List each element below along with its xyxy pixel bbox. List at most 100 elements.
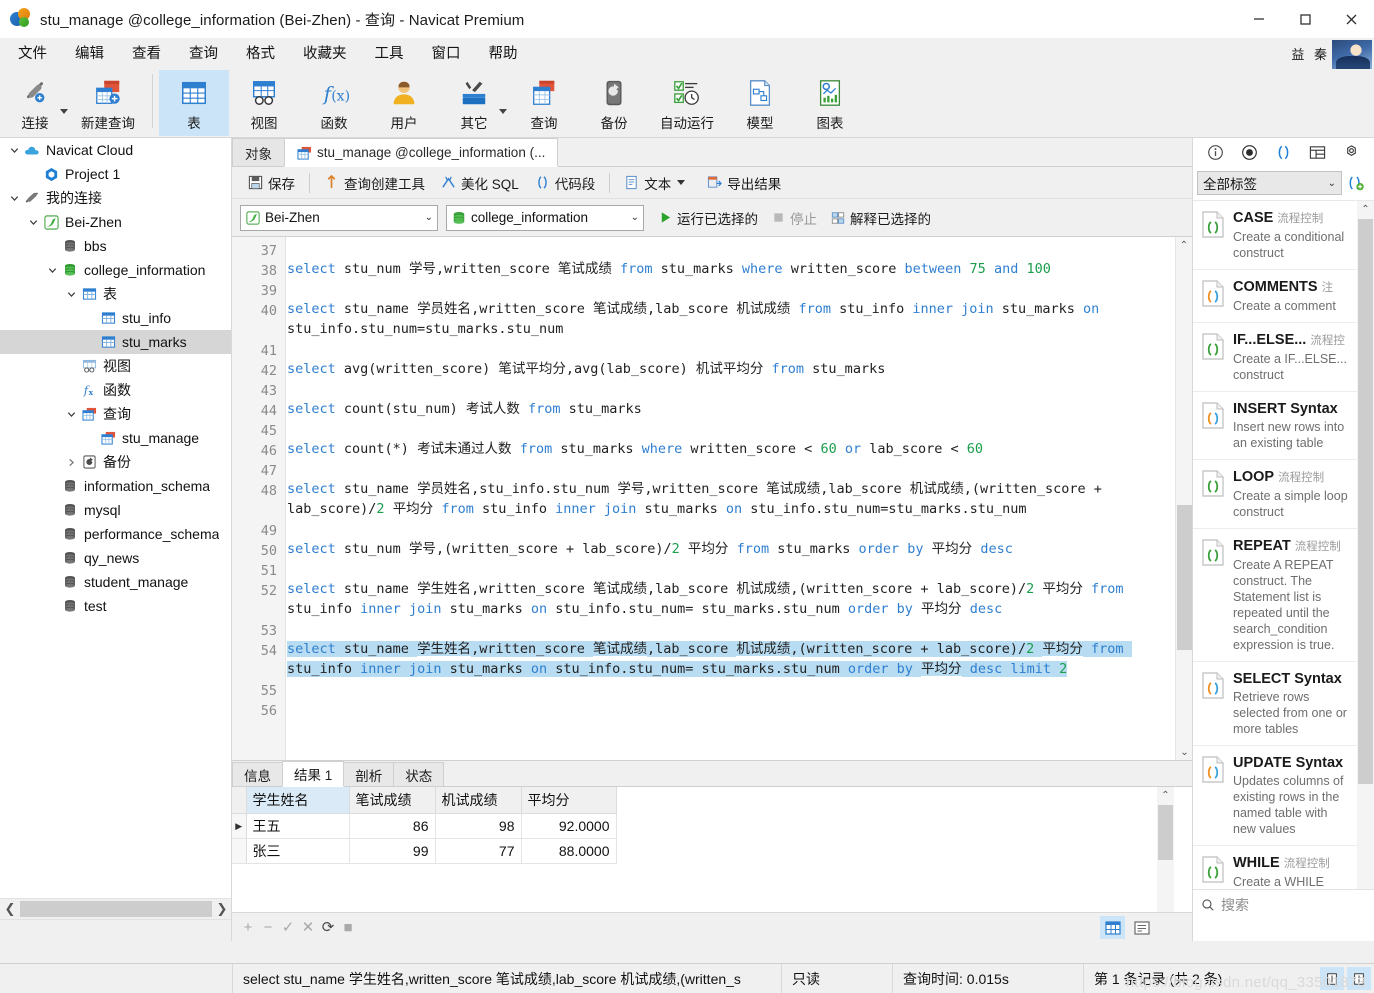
snippet-icon[interactable] (1271, 140, 1295, 164)
chevron-down-icon[interactable]: ⌄ (1328, 178, 1336, 189)
query-builder-button[interactable]: 查询创建工具 (316, 171, 433, 195)
code-line[interactable] (287, 619, 1162, 639)
sidebar-horizontal-scrollbar[interactable]: ❮ ❯ (0, 898, 231, 920)
table-cell[interactable]: 92.0000 (521, 813, 617, 839)
database-select[interactable]: college_information ⌄ (446, 204, 644, 231)
toolbar-backup[interactable]: 备份 (579, 70, 649, 136)
toolbar-function[interactable]: f (x) 函数 (299, 70, 369, 136)
snippet-item[interactable]: CASE 流程控制 Create a conditional construct (1193, 201, 1358, 270)
menu-编辑[interactable]: 编辑 (61, 41, 118, 67)
menu-查询[interactable]: 查询 (175, 41, 232, 67)
chevron-down-icon[interactable] (44, 258, 60, 282)
sidebar-item-[interactable]: 我的连接 (0, 186, 231, 210)
stop-icon[interactable]: ■ (338, 916, 358, 938)
sidebar-item-performance_schema[interactable]: performance_schema (0, 522, 231, 546)
code-line[interactable]: select stu_name 学生姓名,written_score 笔试成绩,… (287, 639, 1162, 679)
minimize-icon[interactable] (1236, 0, 1282, 38)
toolbar-query[interactable]: 查询 (509, 70, 579, 136)
menu-工具[interactable]: 工具 (361, 41, 418, 67)
code-line[interactable] (287, 519, 1162, 539)
toolbar-table[interactable]: 表 (159, 70, 229, 136)
snippet-item[interactable]: INSERT Syntax Insert new rows into an exi… (1193, 392, 1358, 460)
scroll-up-icon[interactable]: ⌃ (1176, 237, 1192, 254)
chevron-down-icon[interactable] (6, 186, 22, 210)
toolbar-connection[interactable]: 连接 (0, 70, 70, 136)
sidebar-item-bbs[interactable]: bbs (0, 234, 231, 258)
result-tab-结果1[interactable]: 结果 1 (282, 761, 345, 787)
add-snippet-button[interactable] (1342, 171, 1370, 195)
chevron-down-icon[interactable]: ⌄ (621, 212, 639, 223)
menu-查看[interactable]: 查看 (118, 41, 175, 67)
next-page-icon[interactable] (1347, 967, 1371, 990)
chevron-down-icon[interactable] (677, 180, 686, 185)
sidebar-item-college_information[interactable]: college_information (0, 258, 231, 282)
sidebar-item-student_manage[interactable]: student_manage (0, 570, 231, 594)
form-view-icon[interactable] (1129, 916, 1154, 939)
menu-收藏夹[interactable]: 收藏夹 (289, 41, 361, 67)
sidebar-item-BeiZhen[interactable]: Bei-Zhen (0, 210, 231, 234)
sidebar-item-[interactable]: 视图 (0, 354, 231, 378)
code-line[interactable]: select stu_name 学员姓名,stu_info.stu_num 学号… (287, 479, 1162, 519)
column-header[interactable]: 机试成绩 (435, 787, 522, 814)
result-tab-信息[interactable]: 信息 (232, 762, 283, 786)
snippet-button[interactable]: 代码段 (527, 171, 604, 195)
table-row[interactable]: ▶ 王五 86 98 92.0000 (232, 813, 617, 839)
sql-code-area[interactable]: select stu_num 学号,written_score 笔试成绩 fro… (287, 237, 1162, 760)
text-view-button[interactable]: 文本 (616, 171, 693, 195)
table-cell[interactable]: 77 (435, 838, 522, 864)
sidebar-item-information_schema[interactable]: information_schema (0, 474, 231, 498)
scroll-thumb[interactable] (1358, 219, 1373, 784)
code-line[interactable]: select stu_name 学生姓名,written_score 笔试成绩,… (287, 579, 1162, 619)
code-line[interactable] (287, 379, 1162, 399)
code-line[interactable] (287, 679, 1162, 699)
scroll-thumb[interactable] (1158, 805, 1173, 860)
code-line[interactable] (287, 339, 1162, 359)
chevron-right-icon[interactable] (63, 450, 79, 474)
editor-vertical-scrollbar[interactable]: ⌃ ⌄ (1175, 237, 1192, 760)
sidebar-item-[interactable]: 查询 (0, 402, 231, 426)
toolbar-user[interactable]: 用户 (369, 70, 439, 136)
sidebar-item-test[interactable]: test (0, 594, 231, 618)
sidebar-item-[interactable]: 备份 (0, 450, 231, 474)
code-line[interactable] (287, 419, 1162, 439)
run-selected-button[interactable]: 运行已选择的 (652, 206, 765, 230)
table-cell[interactable]: 王五 (246, 813, 350, 839)
export-result-button[interactable]: 导出结果 (699, 171, 789, 195)
snippet-search[interactable]: 搜索 (1193, 889, 1374, 919)
snippet-item[interactable]: IF...ELSE... 流程控 Create a IF...ELSE... con… (1193, 323, 1358, 392)
grid-icon[interactable] (1305, 140, 1329, 164)
tab-query[interactable]: stu_manage @college_information (... (284, 138, 559, 167)
sidebar-item-[interactable]: f x 函数 (0, 378, 231, 402)
cancel-change-icon[interactable]: ✕ (298, 916, 318, 938)
table-cell[interactable]: 98 (435, 813, 522, 839)
chevron-down-icon[interactable] (499, 109, 507, 114)
code-line[interactable]: select count(stu_num) 考试人数 from stu_mark… (287, 399, 1162, 419)
scroll-up-icon[interactable]: ⌃ (1357, 201, 1374, 218)
toolbar-view[interactable]: 视图 (229, 70, 299, 136)
snippet-item[interactable]: SELECT Syntax Retrieve rows selected from… (1193, 662, 1358, 746)
table-cell[interactable]: 86 (349, 813, 436, 839)
scroll-left-icon[interactable]: ❮ (0, 899, 20, 920)
result-tab-状态[interactable]: 状态 (393, 762, 445, 786)
stop-button[interactable]: 停止 (765, 206, 824, 230)
chevron-down-icon[interactable] (25, 210, 41, 234)
settings-icon[interactable] (1339, 140, 1363, 164)
info-icon[interactable] (1204, 140, 1228, 164)
code-line[interactable] (287, 239, 1162, 259)
snippet-item[interactable]: COMMENTS 注 Create a comment (1193, 270, 1358, 323)
chevron-down-icon[interactable] (63, 402, 79, 426)
column-header[interactable]: 学生姓名 (246, 787, 350, 814)
column-header[interactable]: 平均分 (521, 787, 617, 814)
sidebar-item-stu_info[interactable]: stu_info (0, 306, 231, 330)
avatar[interactable] (1332, 40, 1372, 69)
prev-page-icon[interactable] (1320, 967, 1344, 990)
refresh-icon[interactable]: ⟳ (318, 916, 338, 938)
scroll-down-icon[interactable]: ⌄ (1176, 744, 1192, 760)
tag-filter-select[interactable]: 全部标签 ⌄ (1197, 171, 1342, 195)
explain-selected-button[interactable]: 解释已选择的 (824, 206, 938, 230)
code-line[interactable]: select count(*) 考试未通过人数 from stu_marks w… (287, 439, 1162, 459)
sidebar-item-Project1[interactable]: Project 1 (0, 162, 231, 186)
code-line[interactable]: select avg(written_score) 笔试平均分,avg(lab_… (287, 359, 1162, 379)
add-record-icon[interactable]: + (238, 916, 258, 938)
close-icon[interactable] (1328, 0, 1374, 38)
